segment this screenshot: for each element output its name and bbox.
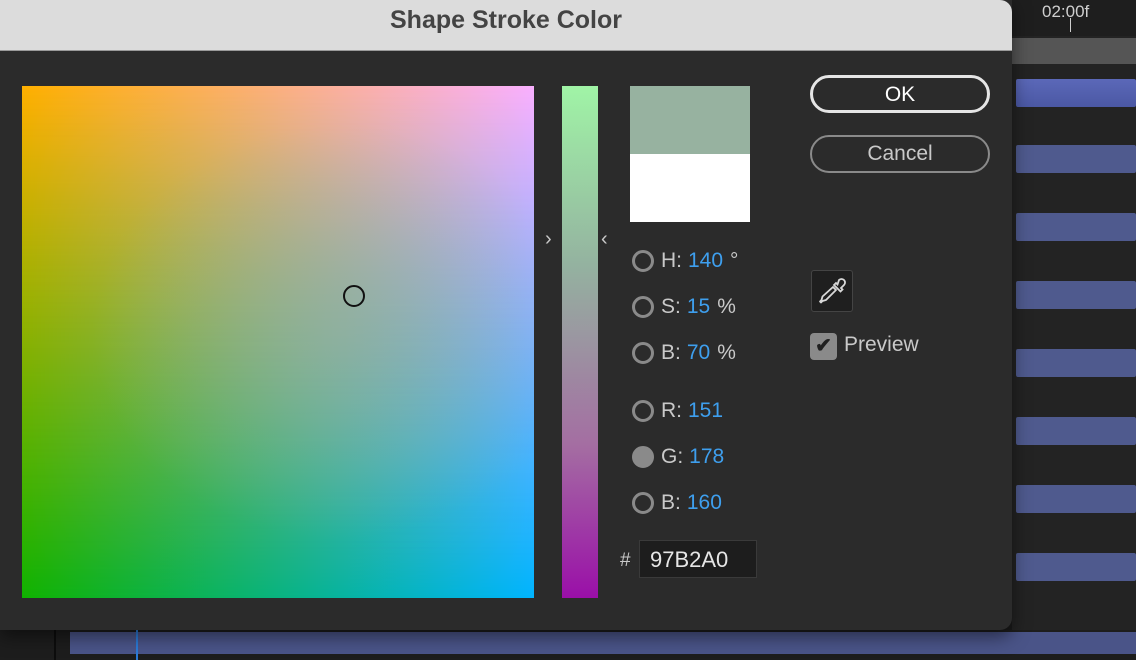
radio-b[interactable] — [632, 342, 654, 364]
playhead-line[interactable] — [136, 630, 138, 660]
layer-bar[interactable] — [1016, 417, 1136, 445]
field-r[interactable]: R: 151 — [632, 396, 723, 426]
color-field-tint — [22, 86, 534, 598]
radio-g[interactable] — [632, 446, 654, 468]
radio-r[interactable] — [632, 400, 654, 422]
field-value[interactable]: 15 — [687, 295, 710, 319]
timeline-panel: 02:00f — [1012, 0, 1136, 660]
new-color-swatch — [630, 86, 750, 154]
original-color-swatch[interactable] — [630, 154, 750, 222]
layer-bar[interactable] — [1016, 281, 1136, 309]
field-label: B: — [661, 341, 681, 364]
radio-h[interactable] — [632, 250, 654, 272]
cancel-button[interactable]: Cancel — [810, 135, 990, 173]
field-unit: ° — [730, 249, 739, 272]
field-value[interactable]: 151 — [688, 399, 723, 423]
eyedropper-button[interactable] — [811, 270, 853, 312]
radio-blue[interactable] — [632, 492, 654, 514]
field-label: R: — [661, 399, 682, 422]
color-field[interactable] — [22, 86, 534, 598]
layer-bar[interactable] — [1016, 145, 1136, 173]
slider-arrow-right-icon[interactable]: ‹ — [601, 228, 608, 251]
dialog-titlebar[interactable]: Shape Stroke Color — [0, 0, 1012, 51]
field-label: H: — [661, 249, 682, 272]
field-value[interactable]: 140 — [688, 249, 723, 273]
field-label: S: — [661, 295, 681, 318]
layer-bar[interactable] — [1016, 213, 1136, 241]
layer-bar[interactable] — [1016, 485, 1136, 513]
eyedropper-icon — [819, 278, 846, 304]
hex-input[interactable]: 97B2A0 — [639, 540, 757, 578]
preview-checkbox[interactable]: ✔ — [810, 333, 837, 360]
timeline-time-label: 02:00f — [1042, 2, 1090, 21]
layer-bar[interactable] — [1016, 79, 1136, 107]
layer-bar[interactable] — [1016, 349, 1136, 377]
radio-s[interactable] — [632, 296, 654, 318]
color-picker-dialog: Shape Stroke Color › ‹ H: 140 ° S: 15 % … — [0, 0, 1012, 630]
color-field-cursor[interactable] — [343, 285, 365, 307]
timeline-tick — [1070, 18, 1071, 32]
field-value[interactable]: 70 — [687, 341, 710, 365]
field-value[interactable]: 178 — [689, 445, 724, 469]
panel-divider — [54, 630, 56, 660]
color-slider[interactable] — [562, 86, 598, 598]
field-unit: % — [717, 295, 736, 318]
ok-button[interactable]: OK — [810, 75, 990, 113]
field-g[interactable]: G: 178 — [632, 442, 724, 472]
field-s[interactable]: S: 15 % — [632, 292, 736, 322]
timeline-work-area[interactable] — [1012, 38, 1136, 64]
dialog-title: Shape Stroke Color — [390, 6, 622, 34]
slider-arrow-left-icon[interactable]: › — [545, 228, 552, 251]
field-h[interactable]: H: 140 ° — [632, 246, 738, 276]
bottom-layer-bar[interactable] — [70, 632, 1136, 654]
hex-symbol: # — [620, 550, 631, 571]
field-b[interactable]: B: 70 % — [632, 338, 736, 368]
layer-bar[interactable] — [1016, 553, 1136, 581]
preview-label: Preview — [844, 333, 919, 356]
field-label: B: — [661, 491, 681, 514]
field-unit: % — [717, 341, 736, 364]
field-label: G: — [661, 445, 684, 468]
timeline-ruler[interactable]: 02:00f — [1012, 0, 1136, 36]
field-blue[interactable]: B: 160 — [632, 488, 722, 518]
field-value[interactable]: 160 — [687, 491, 722, 515]
